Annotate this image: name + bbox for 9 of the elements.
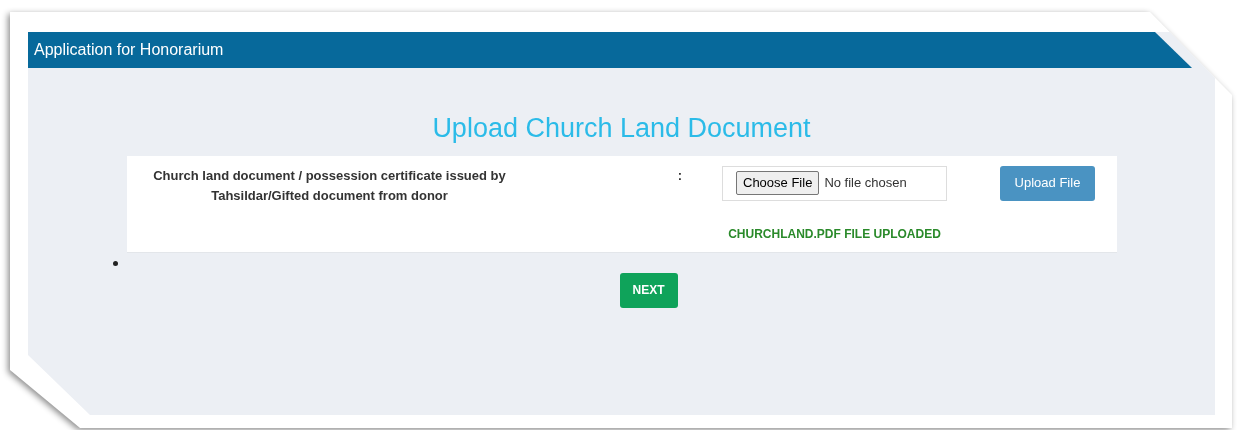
choose-file-button[interactable]: Choose File xyxy=(736,171,820,195)
header-title: Application for Honorarium xyxy=(34,41,224,58)
file-status: No file chosen xyxy=(824,174,907,193)
upload-message: CHURCHLAND.PDF FILE UPLOADED xyxy=(728,225,941,243)
field-label: Church land document / possession certificate issued by Tahsildar/Gifted document from donor xyxy=(152,166,507,206)
file-field[interactable]: Choose File No file chosen xyxy=(722,165,947,201)
page-heading: Upload Church Land Document xyxy=(431,114,812,144)
bullet-dot xyxy=(113,261,118,266)
label-separator: : xyxy=(677,167,682,183)
